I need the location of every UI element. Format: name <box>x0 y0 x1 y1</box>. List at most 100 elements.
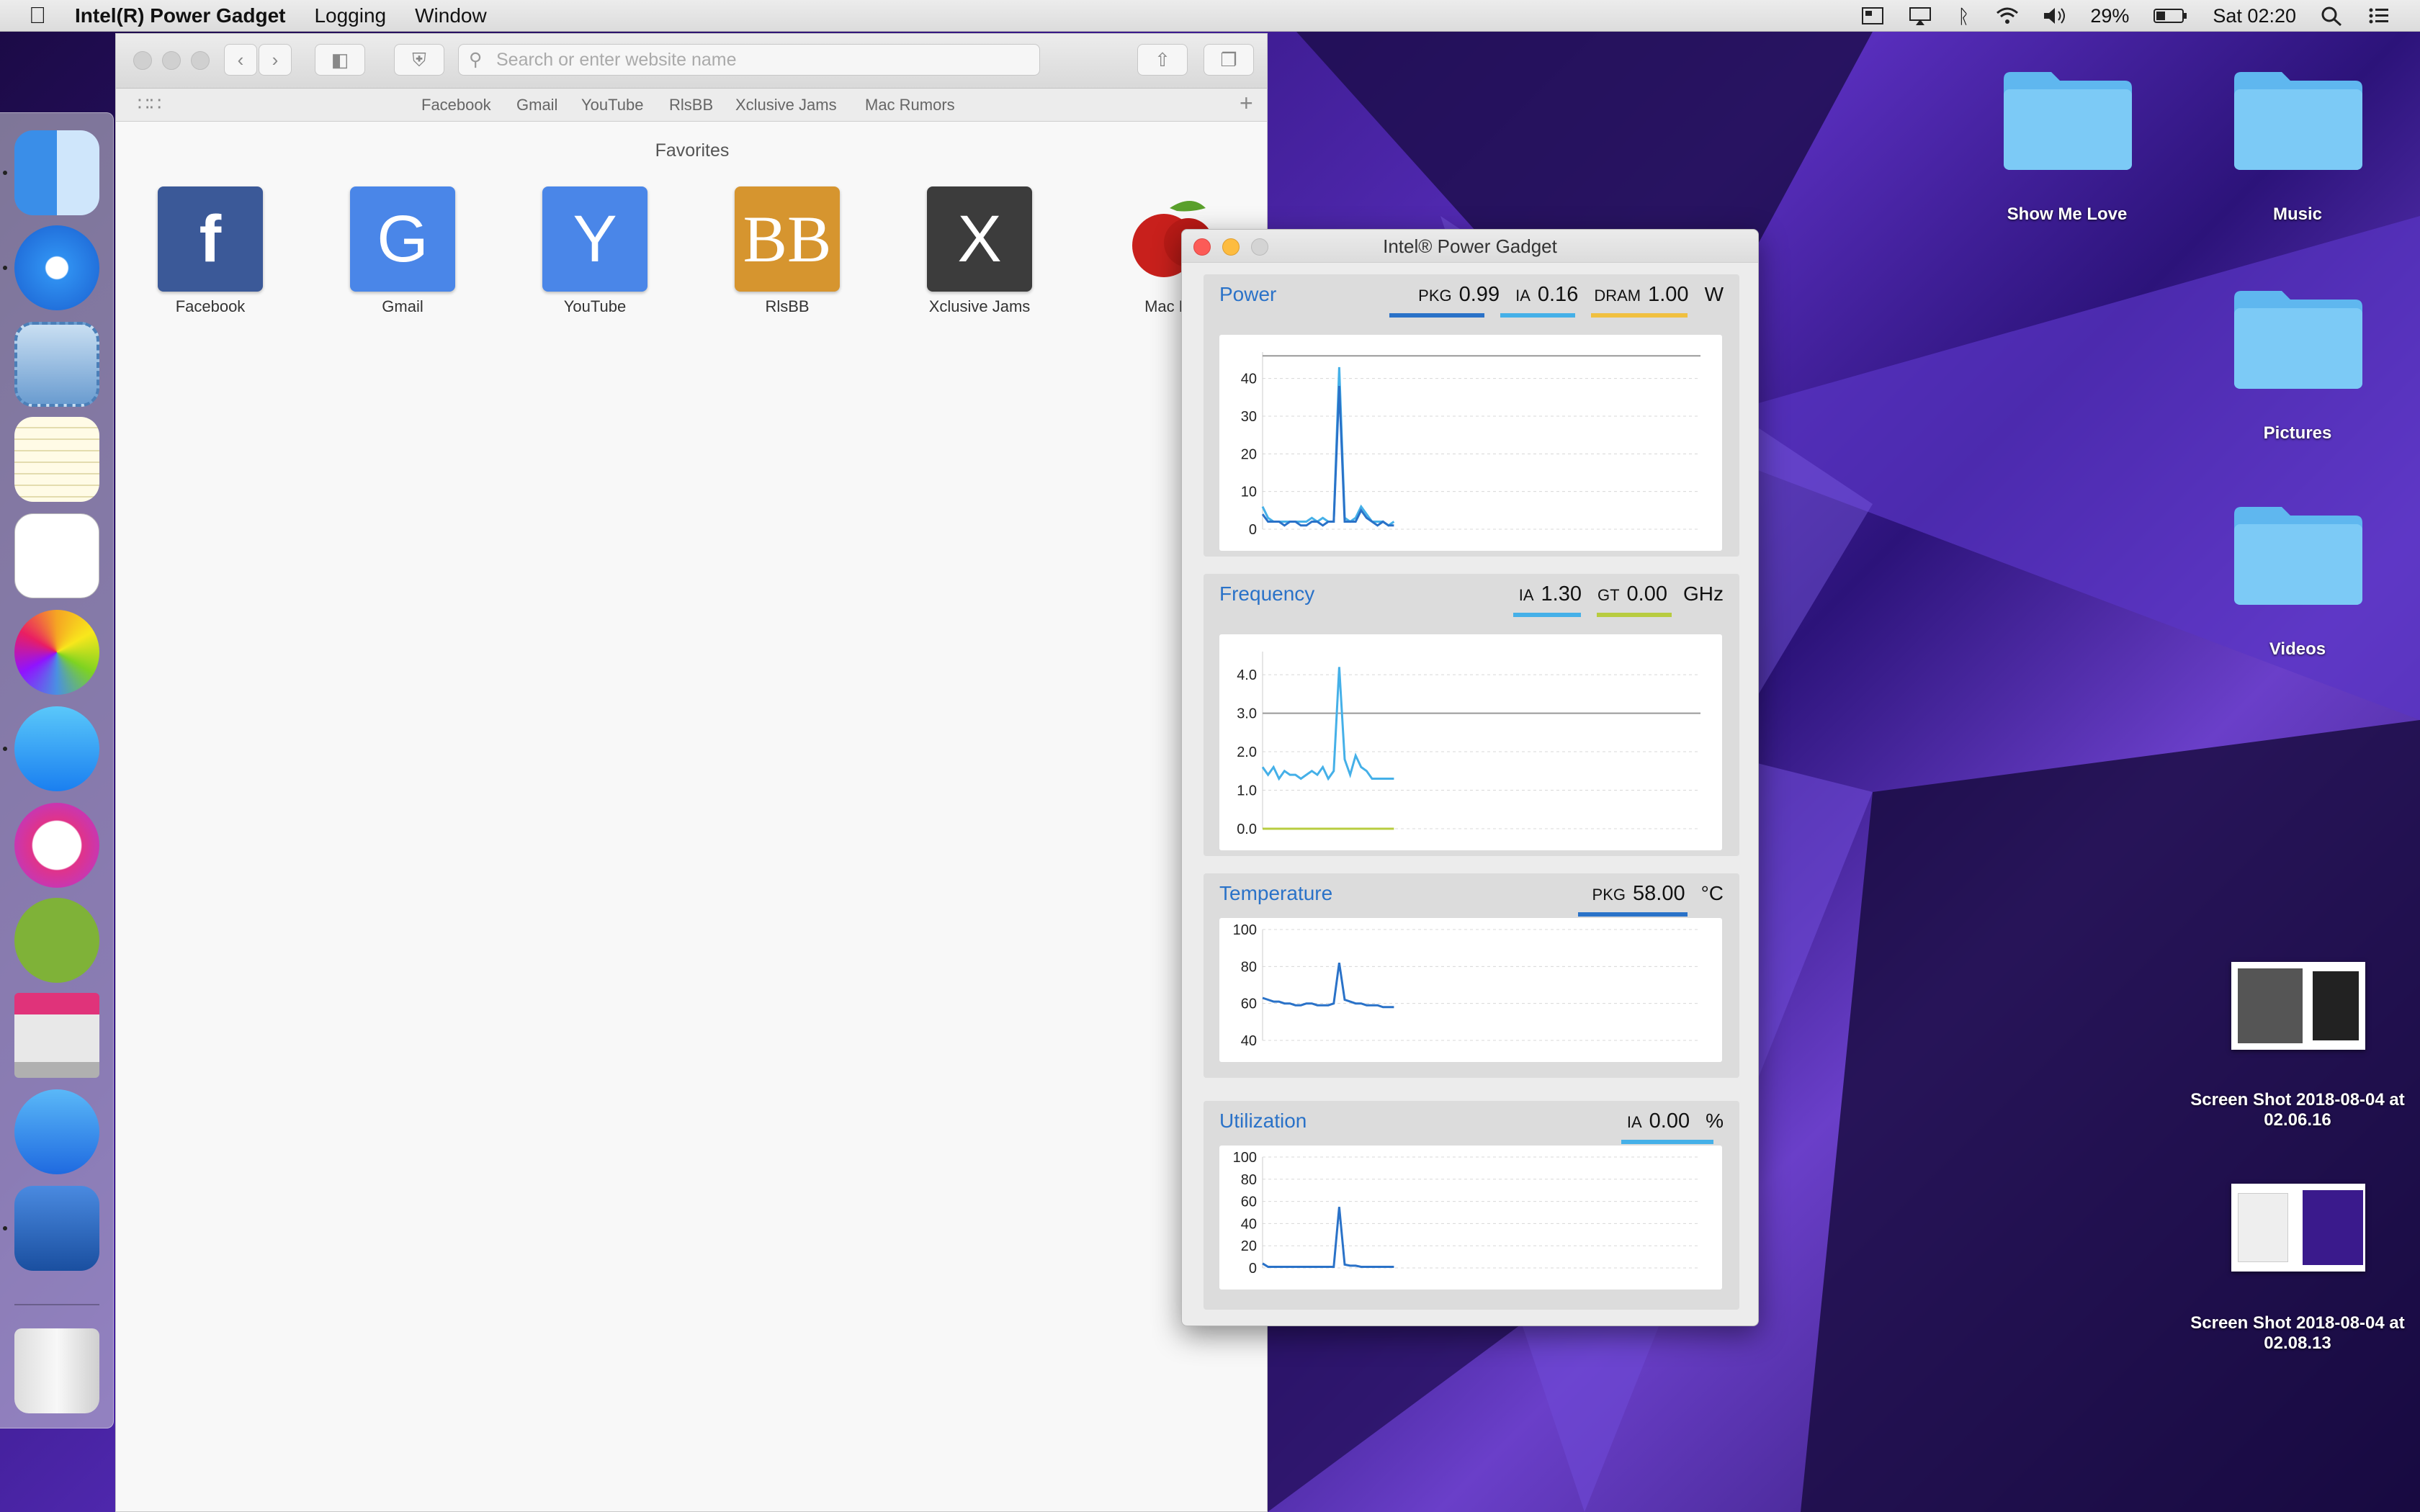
favbar-link-gmail[interactable]: Gmail <box>516 96 557 114</box>
tabs-overview-button[interactable]: ❐ <box>1204 44 1254 76</box>
frequency-unit: GHz <box>1683 582 1724 605</box>
frequency-y-tick-label: 0.0 <box>1237 822 1257 837</box>
cleanmymac-icon[interactable] <box>14 993 99 1078</box>
back-button[interactable]: ‹ <box>224 44 257 76</box>
folder-icon[interactable] <box>2001 63 2135 171</box>
favorite-tile-youtube[interactable]: Y <box>542 186 647 292</box>
privacy-shield-button[interactable]: ⛨ <box>394 44 444 76</box>
add-tab-button[interactable]: + <box>1240 90 1253 117</box>
zoom-button[interactable] <box>191 51 210 70</box>
forward-button[interactable]: › <box>259 44 292 76</box>
power-ia-swatch <box>1500 313 1575 318</box>
favorite-label-facebook: Facebook <box>175 297 246 315</box>
menu-app-name[interactable]: Intel(R) Power Gadget <box>75 4 285 27</box>
show-all-bookmarks-icon[interactable]: ∷∷ <box>138 93 161 115</box>
bluetooth-icon[interactable]: ᚱ <box>1956 6 1971 27</box>
gadget-titlebar: Intel® Power Gadget <box>1182 230 1758 263</box>
favorite-tile-xclusive-jams[interactable]: X <box>927 186 1032 292</box>
favbar-link-youtube[interactable]: YouTube <box>581 96 643 114</box>
utilization-panel-title: Utilization <box>1219 1110 1307 1132</box>
mail-icon[interactable] <box>14 322 99 407</box>
favbar-link-mac-rumors[interactable]: Mac Rumors <box>865 96 955 114</box>
share-button[interactable]: ⇧ <box>1137 44 1188 76</box>
menu-logging[interactable]: Logging <box>314 4 386 27</box>
utilization-ia-value: 0.00 <box>1649 1110 1690 1133</box>
app-store-icon[interactable] <box>14 1089 99 1174</box>
temperature-y-tick-label: 100 <box>1233 922 1257 938</box>
frequency-ia-value: 1.30 <box>1541 582 1582 606</box>
utilization-panel: Utilization IA 0.00 % 100 80 60 40 20 0 <box>1204 1101 1739 1310</box>
favorite-tile-facebook[interactable]: f <box>158 186 263 292</box>
airplay-screen-icon[interactable] <box>1909 6 1932 26</box>
close-button[interactable] <box>133 51 152 70</box>
favorite-tile-gmail[interactable]: G <box>350 186 455 292</box>
itunes-icon[interactable] <box>14 803 99 888</box>
intel-power-gadget-icon[interactable] <box>14 1186 99 1271</box>
favorite-tile-rlsbb[interactable]: BB <box>735 186 840 292</box>
notes-icon[interactable] <box>14 417 99 502</box>
desktop-folder-music[interactable]: Music <box>2190 204 2406 225</box>
control-strip-icon[interactable] <box>1861 6 1884 26</box>
search-placeholder: Search or enter website name <box>496 50 737 70</box>
gadget-zoom-button[interactable] <box>1251 238 1268 256</box>
power-pkg-swatch <box>1389 313 1484 318</box>
safari-icon[interactable] <box>14 225 99 310</box>
tabs-icon: ❐ <box>1220 49 1237 71</box>
running-indicator <box>3 266 7 270</box>
power-y-tick-label: 40 <box>1241 372 1257 387</box>
frequency-chart-svg: 4.0 3.0 2.0 1.0 0.0 <box>1237 652 1700 837</box>
finder-icon[interactable] <box>14 130 99 215</box>
chevron-right-icon: › <box>272 49 279 71</box>
favorite-label-gmail: Gmail <box>382 297 424 315</box>
battery-icon[interactable] <box>2154 6 2188 26</box>
trash-icon[interactable] <box>14 1328 99 1413</box>
menubar-clock[interactable]: Sat 02:20 <box>2213 5 2296 27</box>
apple-menu-icon[interactable]:  <box>29 2 46 29</box>
battery-percent[interactable]: 29% <box>2090 5 2129 27</box>
safari-toolbar: ‹ › ◧ ⛨ ⚲ Search or enter website name ⇧… <box>116 34 1267 89</box>
favbar-link-facebook[interactable]: Facebook <box>421 96 491 114</box>
search-input[interactable]: ⚲ Search or enter website name <box>458 44 1040 76</box>
temperature-series-line-0 <box>1262 962 1394 1009</box>
frequency-gt-swatch <box>1597 613 1672 617</box>
gadget-minimize-button[interactable] <box>1222 238 1240 256</box>
power-unit: W <box>1704 283 1724 305</box>
folder-icon[interactable] <box>2231 282 2365 390</box>
power-pkg-label: PKG <box>1418 287 1452 305</box>
desktop-folder-videos[interactable]: Videos <box>2190 639 2406 660</box>
volume-icon[interactable] <box>2043 6 2066 26</box>
running-indicator <box>3 747 7 751</box>
reminders-icon[interactable] <box>14 513 99 598</box>
temperature-panel-title: Temperature <box>1219 882 1333 904</box>
power-chart: 40 30 20 10 0 <box>1219 335 1722 551</box>
folder-icon[interactable] <box>2231 498 2365 606</box>
menu-window[interactable]: Window <box>415 4 487 27</box>
power-gadget-window: Intel® Power Gadget Power PKG 0.99 IA 0.… <box>1181 229 1759 1326</box>
spotlight-search-icon[interactable] <box>2321 6 2344 27</box>
favbar-link-rlsbb[interactable]: RlsBB <box>669 96 713 114</box>
minimize-button[interactable] <box>162 51 181 70</box>
desktop-folder-show-me-love[interactable]: Show Me Love <box>1959 204 2175 225</box>
screenshot-thumbnail-icon[interactable] <box>2231 1184 2365 1272</box>
wifi-icon[interactable] <box>1995 6 2019 26</box>
favbar-link-xclusive-jams[interactable]: Xclusive Jams <box>735 96 837 114</box>
desktop-folder-pictures[interactable]: Pictures <box>2190 423 2406 444</box>
frequency-panel-title: Frequency <box>1219 582 1315 605</box>
desktop-file-screenshot-1[interactable]: Screen Shot 2018-08-04 at 02.06.16 <box>2190 1090 2406 1130</box>
sidebar-icon: ◧ <box>331 49 349 71</box>
gadget-close-button[interactable] <box>1193 238 1211 256</box>
temperature-readouts: PKG 58.00 °C <box>1577 882 1724 906</box>
menu-bar:  Intel(R) Power Gadget Logging Window ᚱ… <box>0 0 2420 32</box>
messages-icon[interactable] <box>14 706 99 791</box>
folder-icon[interactable] <box>2231 63 2365 171</box>
desktop-file-screenshot-2[interactable]: Screen Shot 2018-08-04 at 02.08.13 <box>2190 1313 2406 1354</box>
photos-icon[interactable] <box>14 610 99 695</box>
sidebar-toggle-button[interactable]: ◧ <box>315 44 365 76</box>
frequency-gt-label: GT <box>1597 586 1620 604</box>
favorite-label-rlsbb: RlsBB <box>765 297 810 315</box>
cloud-video-app-icon[interactable] <box>14 898 99 983</box>
notification-center-icon[interactable] <box>2368 6 2391 26</box>
power-series-line-1 <box>1261 386 1394 527</box>
temperature-chart-svg: 100 80 60 40 <box>1233 922 1700 1049</box>
screenshot-thumbnail-icon[interactable] <box>2231 962 2365 1050</box>
